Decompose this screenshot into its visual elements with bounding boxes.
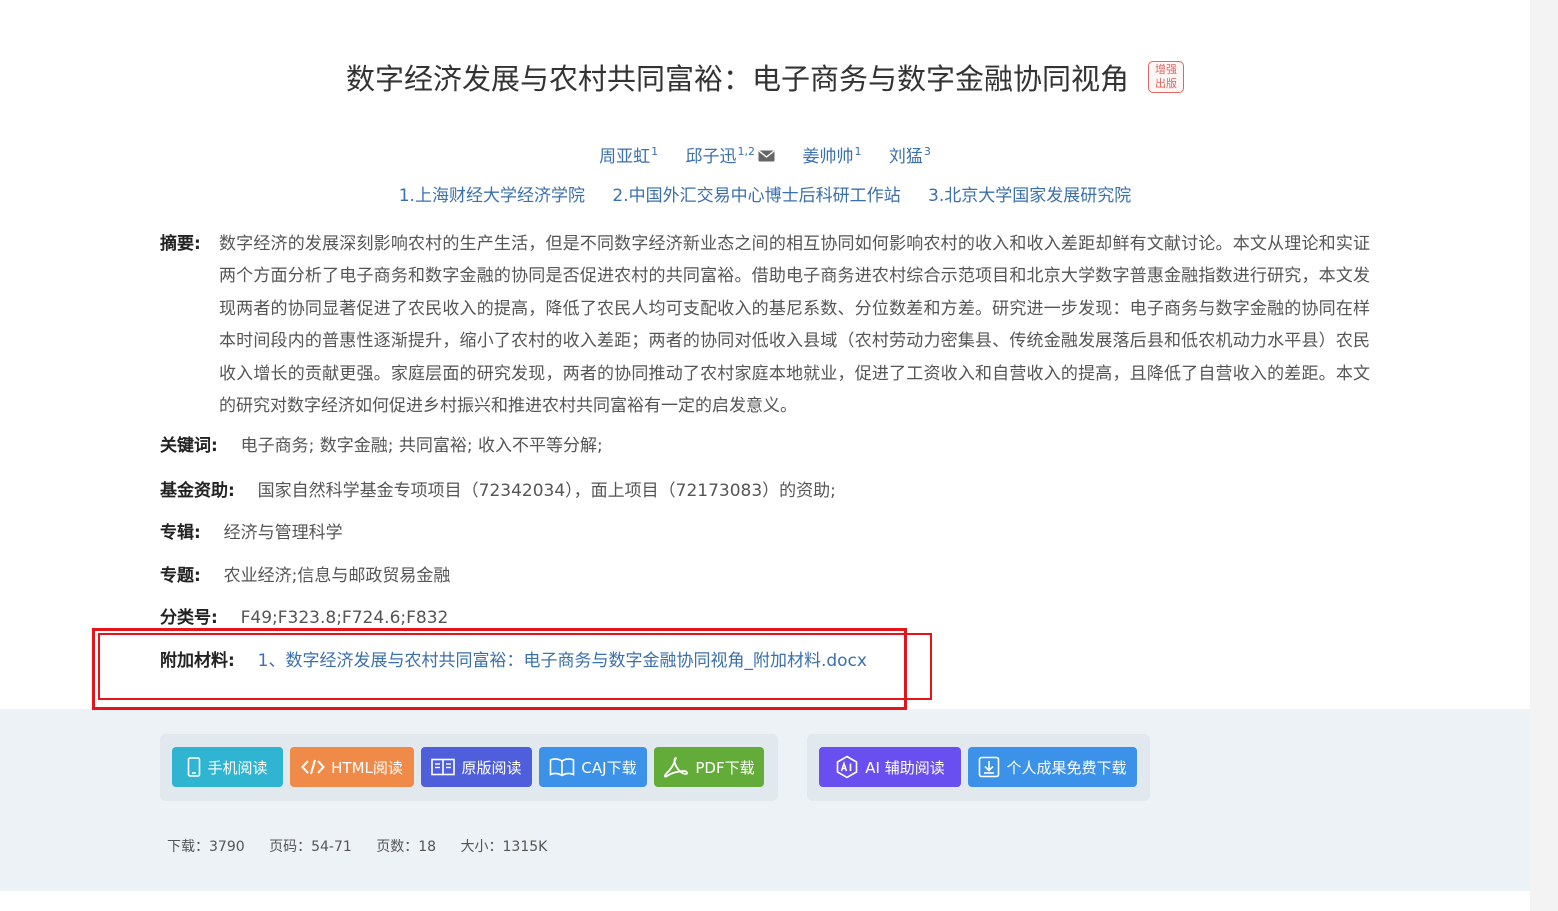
enhanced-publication-badge: 增强 出版 <box>1148 61 1185 93</box>
ai-icon <box>836 755 858 779</box>
author-affiliation-index: 1,2 <box>737 145 756 159</box>
affiliation-link[interactable]: 3.北京大学国家发展研究院 <box>928 181 1131 206</box>
pdf-download-button[interactable]: PDF下载 <box>654 747 764 787</box>
keyword-link[interactable]: 数字金融; <box>320 436 394 456</box>
highlight-box <box>98 633 932 700</box>
article-title: 数字经济发展与农村共同富裕：电子商务与数字金融协同视角 <box>345 62 1129 96</box>
abstract-row: 摘要: 数字经济的发展深刻影响农村的生产生活，但是不同数字经济新业态之间的相互协… <box>160 228 1370 422</box>
file-size: 大小：1315K <box>460 839 548 855</box>
author-name: 姜帅帅 <box>802 147 854 167</box>
album-row: 专辑: 经济与管理科学 <box>160 521 1370 545</box>
page-range: 页码：54-71 <box>269 839 352 855</box>
classification-value: F49;F323.8;F724.6;F832 <box>240 608 449 628</box>
affiliation-link[interactable]: 1.上海财经大学经济学院 <box>399 181 585 206</box>
keyword-link[interactable]: 收入不平等分解; <box>478 436 603 456</box>
author-affiliation-index: 1 <box>854 145 862 159</box>
caj-download-button[interactable]: CAJ下载 <box>539 747 647 787</box>
author-name: 刘猛 <box>888 147 923 167</box>
keyword-link[interactable]: 电子商务; <box>241 436 315 456</box>
topic-label: 专题: <box>160 566 201 586</box>
page-footer-gap <box>0 891 1530 911</box>
book-icon <box>550 758 575 777</box>
classification-label: 分类号: <box>160 608 218 628</box>
author-name: 邱子迅 <box>685 147 737 167</box>
original-read-button[interactable]: 原版阅读 <box>421 747 532 787</box>
html-read-button[interactable]: HTML阅读 <box>290 747 414 787</box>
title-row: 数字经济发展与农村共同富裕：电子商务与数字金融协同视角 增强 出版 <box>0 56 1530 104</box>
affiliation-link[interactable]: 2.中国外汇交易中心博士后科研工作站 <box>612 181 900 206</box>
book-open-icon <box>431 758 456 776</box>
author-affiliation-index: 1 <box>651 145 659 159</box>
author-name: 周亚虹 <box>599 147 651 167</box>
badge-line-2: 出版 <box>1155 77 1178 90</box>
author-affiliation-index: 3 <box>923 145 931 159</box>
scrollbar-track[interactable] <box>1530 0 1558 911</box>
free-download-label: 个人成果免费下载 <box>1006 758 1127 777</box>
code-icon <box>301 759 325 775</box>
abstract-label: 摘要: <box>160 234 201 254</box>
keywords-label: 关键词: <box>160 436 218 456</box>
pdf-download-label: PDF下载 <box>695 758 755 777</box>
mobile-read-label: 手机阅读 <box>207 758 268 777</box>
keywords-row: 关键词: 电子商务; 数字金融; 共同富裕; 收入不平等分解; <box>160 434 1370 458</box>
fund-text: 国家自然科学基金专项项目（72342034），面上项目（72173083）的资助… <box>257 481 836 501</box>
html-read-label: HTML阅读 <box>331 758 403 777</box>
fund-label: 基金资助: <box>160 481 235 501</box>
fund-row: 基金资助: 国家自然科学基金专项项目（72342034），面上项目（721730… <box>160 479 1370 503</box>
author-link[interactable]: 刘猛3 <box>889 142 931 167</box>
album-label: 专辑: <box>160 523 201 543</box>
caj-download-label: CAJ下载 <box>581 758 637 777</box>
author-link[interactable]: 邱子迅1,2 <box>686 142 776 167</box>
affiliation-list: 1.上海财经大学经济学院 2.中国外汇交易中心博士后科研工作站 3.北京大学国家… <box>0 181 1530 206</box>
author-list: 周亚虹1 邱子迅1,2 姜帅帅1 刘猛3 <box>0 142 1530 167</box>
page-count: 页数：18 <box>376 839 437 855</box>
pdf-icon <box>664 757 689 778</box>
free-download-button[interactable]: 个人成果免费下载 <box>968 747 1137 787</box>
classification-row: 分类号: F49;F323.8;F724.6;F832 <box>160 606 1370 630</box>
abstract-text: 数字经济的发展深刻影响农村的生产生活，但是不同数字经济新业态之间的相互协同如何影… <box>219 234 1370 417</box>
ai-assisted-read-label: AI 辅助阅读 <box>865 758 945 777</box>
author-link[interactable]: 姜帅帅1 <box>802 142 861 167</box>
mobile-icon <box>188 757 201 777</box>
keyword-link[interactable]: 共同富裕; <box>399 436 473 456</box>
topic-row: 专题: 农业经济;信息与邮政贸易金融 <box>160 564 1370 588</box>
mail-icon[interactable] <box>758 147 775 167</box>
topic-value: 农业经济;信息与邮政贸易金融 <box>223 566 451 586</box>
album-value: 经济与管理科学 <box>223 523 343 543</box>
download-count: 下载：3790 <box>167 839 245 855</box>
mobile-read-button[interactable]: 手机阅读 <box>172 747 283 787</box>
download-icon <box>979 756 1000 778</box>
ai-assisted-read-button[interactable]: AI 辅助阅读 <box>819 747 961 787</box>
original-read-label: 原版阅读 <box>461 758 522 777</box>
badge-line-1: 增强 <box>1155 63 1178 76</box>
author-link[interactable]: 周亚虹1 <box>599 142 658 167</box>
article-stats: 下载：3790 页码：54-71 页数：18 大小：1315K <box>167 836 567 856</box>
